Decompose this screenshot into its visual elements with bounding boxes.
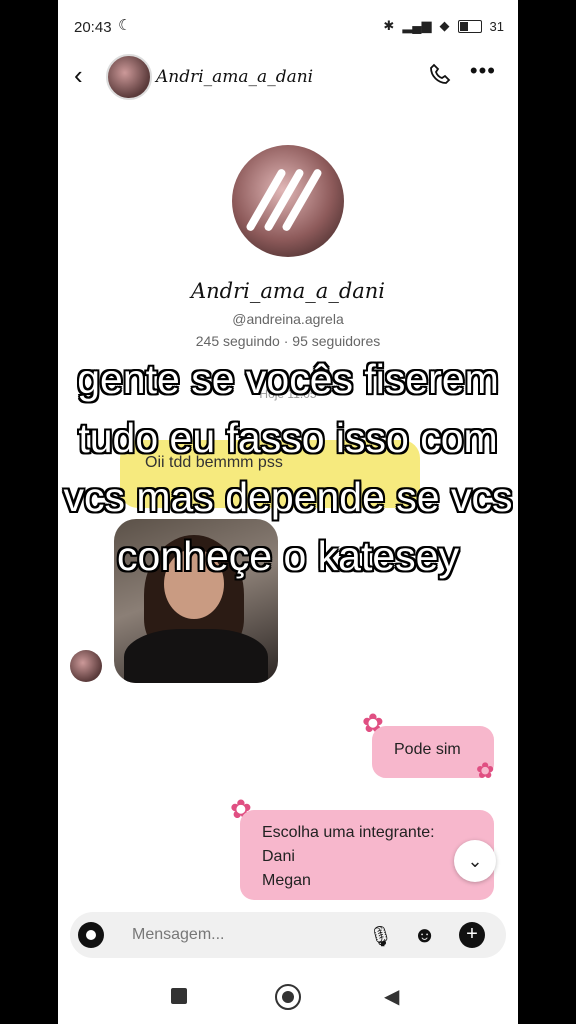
moon-icon: ☾	[118, 17, 132, 34]
sent-message-line: Escolha uma integrante:	[262, 824, 435, 841]
battery-icon	[457, 19, 482, 33]
profile-stats: 245 seguindo · 95 seguidores	[195, 333, 381, 349]
profile-avatar[interactable]	[232, 145, 344, 257]
message-composer[interactable]: Mensagem... 🎙 ☻ +	[70, 912, 506, 958]
back-icon[interactable]: ‹	[74, 60, 83, 91]
more-icon[interactable]: •••	[470, 58, 496, 84]
recents-icon[interactable]	[171, 988, 187, 1004]
profile-card: Andri_ama_a_dani @andreina.agrela 245 se…	[58, 145, 518, 349]
nav-back-icon[interactable]: ◀	[384, 984, 399, 1009]
sent-message-line: Megan	[262, 872, 311, 889]
plus-icon[interactable]: +	[459, 922, 485, 948]
mic-icon[interactable]: 🎙	[368, 924, 393, 949]
sticker-icon[interactable]: ☻	[413, 922, 436, 948]
camera-icon[interactable]	[78, 922, 104, 948]
chat-header: ‹ Andri_ama_a_dani •••	[58, 50, 518, 104]
caption-line: conheçe o katesey	[117, 533, 459, 579]
system-nav-bar: ◀	[58, 978, 518, 1024]
sender-avatar	[70, 650, 102, 682]
caption-line: gente se vocês fiserem	[77, 356, 499, 402]
battery-level: 31	[489, 18, 504, 34]
sent-message-line: Dani	[262, 848, 295, 865]
video-caption-overlay: gente se vocês fiserem tudo eu fasso iss…	[0, 350, 576, 586]
flower-sticker-icon: ✿	[476, 758, 495, 783]
sent-message-text: Pode sim	[394, 741, 461, 758]
header-avatar[interactable]	[106, 54, 152, 100]
caption-line: tudo eu fasso isso com	[78, 415, 498, 461]
caption-line: vcs mas depende se vcs	[63, 474, 513, 520]
phone-icon[interactable]	[428, 62, 452, 91]
status-icons: ✱ ▂▄▆ ◆ 31	[383, 18, 504, 34]
message-input[interactable]: Mensagem...	[132, 926, 224, 944]
status-time: 20:43	[74, 19, 112, 36]
signal-icon: ▂▄▆	[402, 18, 432, 33]
contact-name[interactable]: Andri_ama_a_dani	[156, 67, 313, 87]
wifi-icon: ◆	[439, 18, 450, 33]
profile-handle: @andreina.agrela	[232, 311, 344, 327]
bluetooth-icon: ✱	[383, 18, 395, 33]
profile-name: Andri_ama_a_dani	[190, 279, 386, 303]
status-bar: 20:43 ☾ ✱ ▂▄▆ ◆ 31	[58, 0, 518, 56]
home-icon[interactable]	[275, 984, 301, 1010]
chevron-down-icon[interactable]: ⌄	[454, 840, 496, 882]
